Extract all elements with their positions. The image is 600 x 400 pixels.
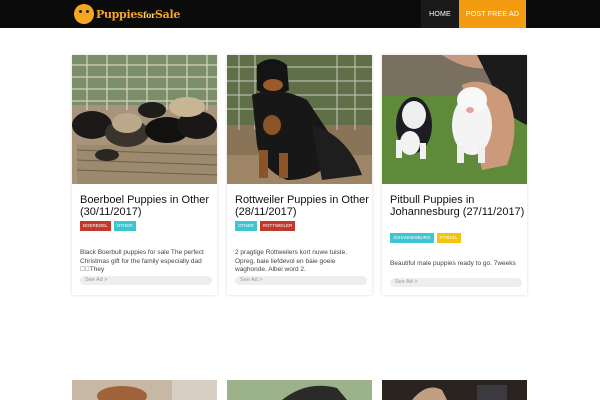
tag-other[interactable]: OTHER [113, 221, 136, 231]
listing-title[interactable]: Rottweiler Puppies in Other (28/11/2017) [235, 194, 370, 218]
nav-home-link[interactable]: HOME [421, 0, 459, 28]
pitbull-puppies-image [382, 55, 527, 184]
listing-card-rottweiler[interactable]: Rottweiler Puppies in Other (28/11/2017)… [227, 55, 372, 295]
dog-image-partial [72, 380, 217, 400]
see-ad-button[interactable]: See Ad > [80, 276, 212, 285]
listing-photo-rottweiler[interactable] [227, 55, 372, 184]
see-ad-button[interactable]: See Ad > [235, 276, 367, 285]
tag-johannesburg[interactable]: JOHANNESBURG [390, 233, 434, 243]
tag-rottweiler[interactable]: ROTTWEILER [259, 221, 296, 231]
puppy-logo-icon [74, 4, 94, 24]
listing-excerpt: Black Boerbull puppies for sale The perf… [80, 249, 204, 273]
listing-tags: BOERBOEL OTHER [80, 221, 136, 231]
listing-photo-boerboel[interactable] [72, 55, 217, 184]
see-ad-button[interactable]: See Ad > [390, 278, 522, 287]
listing-title[interactable]: Pitbull Puppies in Johannesburg (27/11/2… [390, 194, 525, 218]
boerboel-puppies-image [72, 55, 217, 184]
dog-image-partial [382, 380, 527, 400]
logo-text: PuppiesforSale [96, 7, 181, 21]
tag-boerboel[interactable]: BOERBOEL [80, 221, 111, 231]
site-logo[interactable]: PuppiesforSale [74, 3, 180, 25]
listing-tags: OTHER ROTTWEILER [235, 221, 296, 231]
listing-photo-next-3[interactable] [382, 380, 527, 400]
listing-excerpt: Beautiful male puppies ready to go. 7wee… [390, 260, 516, 267]
tag-other[interactable]: OTHER [235, 221, 257, 231]
listing-photo-pitbull[interactable] [382, 55, 527, 184]
top-navbar: PuppiesforSale HOME POST FREE AD [0, 0, 600, 28]
rottweiler-image [227, 55, 372, 184]
listing-title[interactable]: Boerboel Puppies in Other (30/11/2017) [80, 194, 215, 218]
listing-card-pitbull[interactable]: Pitbull Puppies in Johannesburg (27/11/2… [382, 55, 527, 295]
listing-tags: JOHANNESBURG PITBULL [390, 233, 461, 243]
listing-excerpt: 2 pragtige Rottweilers kort nuwe tuiste.… [235, 249, 347, 273]
listing-card-boerboel[interactable]: Boerboel Puppies in Other (30/11/2017) B… [72, 55, 217, 295]
post-free-ad-button[interactable]: POST FREE AD [459, 0, 526, 28]
listing-photo-next-2[interactable] [227, 380, 372, 400]
dog-image-partial [227, 380, 372, 400]
listing-photo-next-1[interactable] [72, 380, 217, 400]
tag-pitbull[interactable]: PITBULL [436, 233, 461, 243]
